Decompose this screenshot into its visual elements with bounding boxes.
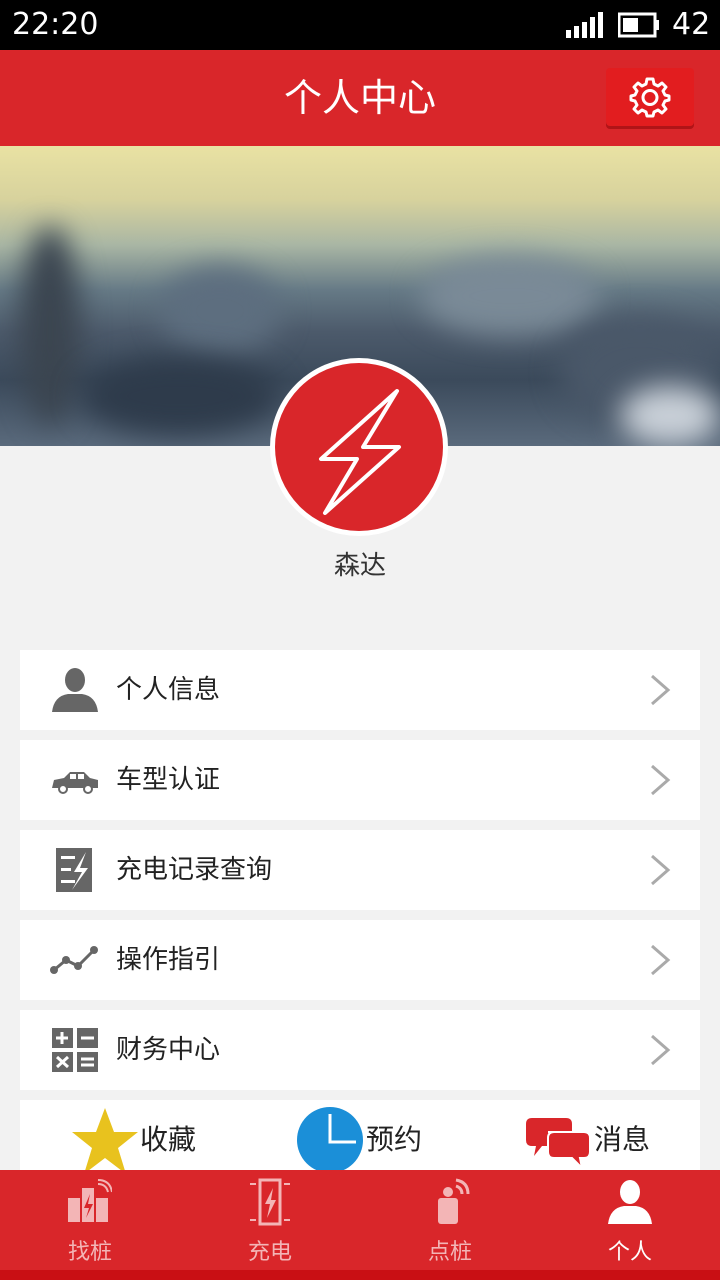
menu-item-operation-guide[interactable]: 操作指引 bbox=[20, 920, 700, 1000]
car-icon bbox=[52, 772, 98, 794]
chevron-right-icon bbox=[651, 764, 671, 796]
tab-point-charger[interactable]: 点桩 bbox=[360, 1170, 540, 1270]
signal-bars-icon bbox=[566, 12, 603, 38]
settings-button[interactable] bbox=[606, 68, 694, 126]
lightning-bolt-icon bbox=[319, 389, 401, 515]
chevron-right-icon bbox=[651, 854, 671, 886]
menu-label: 财务中心 bbox=[116, 1035, 221, 1065]
clock-icon bbox=[297, 1107, 363, 1170]
chevron-right-icon bbox=[651, 674, 671, 706]
bottom-tab-bar: 找桩 充电 点桩 个人 bbox=[0, 1170, 720, 1280]
username: 森达 bbox=[333, 551, 386, 581]
messages-label: 消息 bbox=[594, 1123, 651, 1156]
app-header: 个人中心 bbox=[0, 50, 720, 146]
chat-bubbles-icon bbox=[526, 1118, 591, 1170]
point-charger-icon bbox=[438, 1178, 470, 1224]
favorites-label: 收藏 bbox=[140, 1123, 197, 1156]
menu-label: 车型认证 bbox=[116, 765, 221, 795]
chevron-right-icon bbox=[651, 1034, 671, 1066]
person-icon bbox=[608, 1180, 652, 1224]
tab-label: 找桩 bbox=[67, 1240, 112, 1265]
star-icon bbox=[72, 1108, 138, 1170]
charging-record-icon bbox=[56, 848, 92, 892]
tab-bar-bottom-strip bbox=[0, 1270, 720, 1280]
status-time: 22:20 bbox=[12, 7, 99, 42]
status-bar: 22:20 42 bbox=[0, 0, 720, 50]
gear-icon bbox=[629, 77, 671, 118]
messages-button[interactable]: 消息 bbox=[524, 1100, 694, 1170]
calculator-icon bbox=[52, 1028, 98, 1072]
tab-charge[interactable]: 充电 bbox=[180, 1170, 360, 1270]
menu-item-finance-center[interactable]: 财务中心 bbox=[20, 1010, 700, 1090]
tab-find-charger[interactable]: 找桩 bbox=[0, 1170, 180, 1270]
line-graph-icon bbox=[50, 946, 98, 974]
menu-item-personal-info[interactable]: 个人信息 bbox=[20, 650, 700, 730]
battery-level: 42 bbox=[672, 7, 711, 42]
charge-icon bbox=[250, 1178, 290, 1226]
tab-personal[interactable]: 个人 bbox=[540, 1170, 720, 1270]
person-icon bbox=[52, 668, 98, 712]
avatar[interactable] bbox=[270, 358, 448, 536]
reservation-label: 预约 bbox=[366, 1123, 423, 1156]
battery-icon bbox=[618, 12, 659, 38]
tab-label: 充电 bbox=[247, 1240, 292, 1265]
menu-label: 充电记录查询 bbox=[116, 855, 273, 885]
menu-label: 个人信息 bbox=[116, 675, 221, 705]
menu-item-charging-records[interactable]: 充电记录查询 bbox=[20, 830, 700, 910]
favorites-button[interactable]: 收藏 bbox=[70, 1100, 240, 1170]
find-charger-icon bbox=[68, 1179, 112, 1222]
tab-label: 点桩 bbox=[427, 1240, 472, 1265]
menu-item-car-certification[interactable]: 车型认证 bbox=[20, 740, 700, 820]
reservation-button[interactable]: 预约 bbox=[296, 1100, 466, 1170]
menu-label: 操作指引 bbox=[116, 945, 221, 975]
tab-label: 个人 bbox=[607, 1240, 652, 1265]
chevron-right-icon bbox=[651, 944, 671, 976]
quick-actions-bar: 收藏 预约 消息 bbox=[20, 1100, 700, 1170]
